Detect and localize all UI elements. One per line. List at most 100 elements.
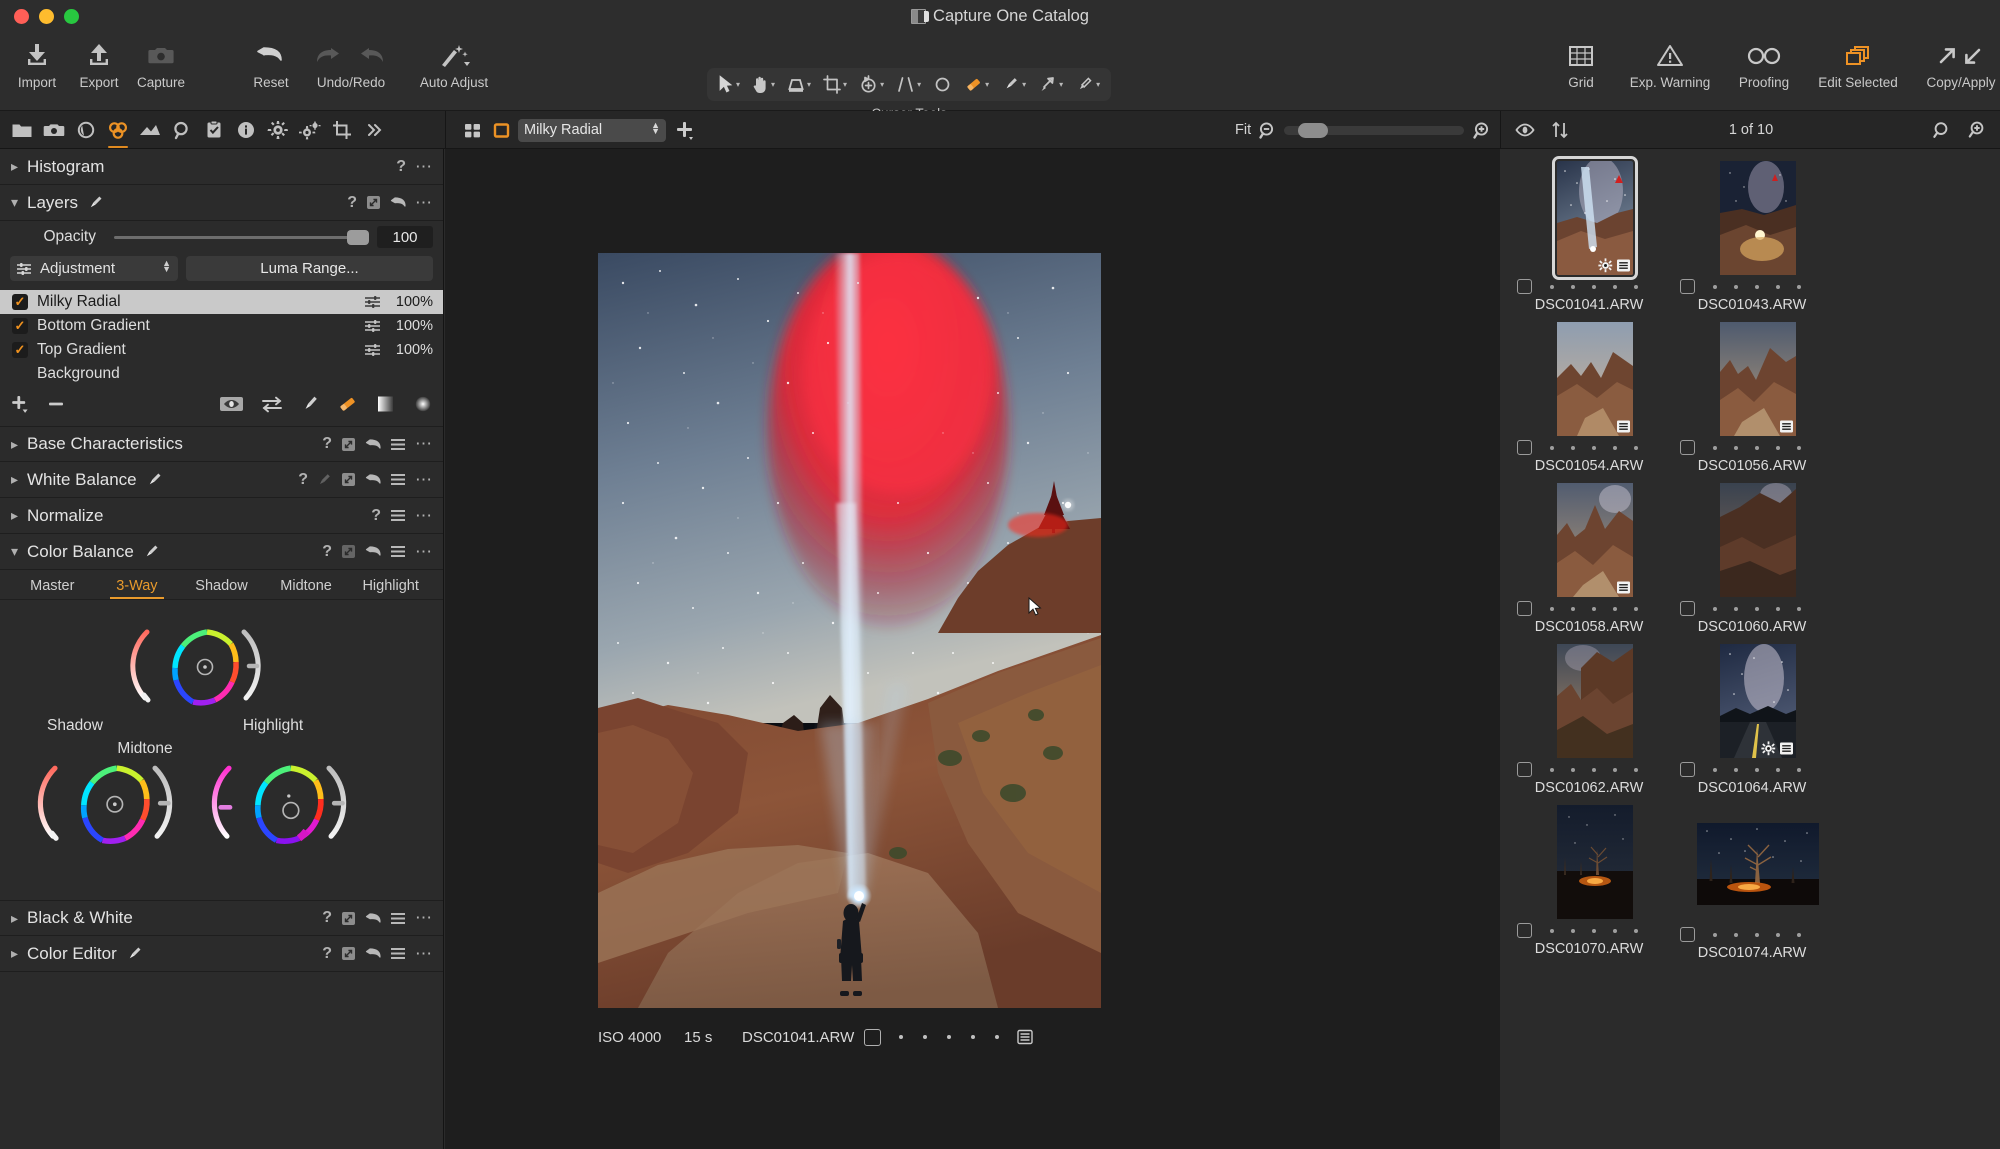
thumbnail-cell[interactable]: DSC01064.ARW [1676, 642, 1839, 796]
capture-button[interactable]: Capture [130, 35, 192, 90]
reset-icon[interactable] [365, 472, 381, 487]
highlight-wheel[interactable] [196, 745, 361, 880]
menu-dots-icon[interactable]: ⋯ [415, 507, 433, 524]
chevron-right-icon[interactable]: ▸ [11, 945, 27, 962]
tool-tab-batch[interactable] [294, 111, 326, 149]
thumbnail-checkbox[interactable] [1517, 601, 1532, 616]
reset-icon[interactable] [365, 946, 381, 961]
layer-item-top-gradient[interactable]: ✓ Top Gradient 100% [0, 338, 443, 362]
help-icon[interactable]: ? [371, 507, 381, 525]
zoom-in-icon[interactable] [1471, 121, 1490, 140]
thumbnail-image[interactable] [1719, 483, 1796, 597]
heal-brush-tool[interactable]: ▾ [1069, 71, 1106, 98]
more-tool-tabs[interactable] [358, 111, 390, 149]
cb-tab-midtone[interactable]: Midtone [264, 578, 349, 599]
zoom-out-icon[interactable] [1258, 121, 1277, 140]
thumbnail-image[interactable] [1696, 823, 1819, 905]
thumbnail-cell[interactable]: DSC01041.ARW [1513, 156, 1676, 313]
thumbnail-checkbox[interactable] [1517, 923, 1532, 938]
thumbnail-checkbox[interactable] [1517, 440, 1532, 455]
opacity-slider-knob[interactable] [347, 229, 369, 245]
menu-dots-icon[interactable]: ⋯ [415, 909, 433, 926]
linear-gradient-button[interactable] [376, 395, 396, 413]
help-icon[interactable]: ? [322, 435, 332, 453]
crop-tool[interactable]: ▾ [817, 71, 853, 98]
grid-view-button[interactable] [460, 118, 484, 142]
help-icon[interactable]: ? [322, 945, 332, 963]
main-photo[interactable] [598, 253, 1101, 1008]
tool-tab-metadata[interactable] [230, 111, 262, 149]
exp-warning-button[interactable]: Exp. Warning [1617, 35, 1723, 90]
chevron-right-icon[interactable]: ▸ [11, 507, 27, 524]
thumbnail-checkbox[interactable] [1680, 279, 1695, 294]
tool-section-base-characteristics[interactable]: ▸ Base Characteristics ? ⋯ [0, 426, 443, 462]
thumbnail-cell[interactable]: DSC01043.ARW [1676, 159, 1839, 313]
expand-icon[interactable] [341, 911, 356, 926]
thumbnail-rating[interactable] [1550, 606, 1638, 611]
thumbnail-image[interactable] [1556, 805, 1633, 919]
cb-tab-master[interactable]: Master [10, 578, 95, 599]
pointer-tool[interactable]: ▾ [712, 71, 746, 98]
chevron-down-icon[interactable]: ▾ [11, 543, 27, 560]
tool-tab-lens[interactable] [70, 111, 102, 149]
undo-redo-button[interactable]: Undo/Redo [302, 35, 400, 90]
reset-button[interactable]: Reset [240, 35, 302, 90]
erase-mask-button[interactable] [337, 394, 359, 414]
straighten-tool[interactable]: ▾ [890, 71, 927, 98]
presets-menu-icon[interactable] [390, 545, 406, 558]
cb-tab-highlight[interactable]: Highlight [348, 578, 433, 599]
spot-removal-tool[interactable] [927, 71, 958, 98]
presets-menu-icon[interactable] [390, 509, 406, 522]
export-button[interactable]: Export [68, 35, 130, 90]
luma-range-button[interactable]: Luma Range... [186, 256, 433, 281]
tool-tab-library[interactable] [6, 111, 38, 149]
thumbnail-image[interactable] [1719, 161, 1796, 275]
layer-item-milky-radial[interactable]: ✓ Milky Radial 100% [0, 290, 443, 314]
rotate-tool[interactable]: ▾ [853, 71, 890, 98]
tool-section-color-balance[interactable]: ▾ Color Balance ? ⋯ [0, 534, 443, 570]
reset-icon[interactable] [365, 544, 381, 559]
cb-tab-shadow[interactable]: Shadow [179, 578, 264, 599]
chevron-right-icon[interactable]: ▸ [11, 910, 27, 927]
menu-dots-icon[interactable]: ⋯ [415, 435, 433, 452]
shadow-wheel[interactable] [22, 745, 187, 880]
help-icon[interactable]: ? [322, 909, 332, 927]
menu-dots-icon[interactable]: ⋯ [415, 158, 433, 175]
layer-checkbox[interactable]: ✓ [12, 342, 28, 358]
presets-menu-icon[interactable] [390, 438, 406, 451]
layer-adjustments-icon[interactable] [364, 344, 381, 356]
thumbnail-rating[interactable] [1713, 606, 1801, 611]
presets-menu-icon[interactable] [390, 473, 406, 486]
thumbnail-checkbox[interactable] [1680, 440, 1695, 455]
presets-menu-icon[interactable] [390, 912, 406, 925]
grid-button[interactable]: Grid [1545, 35, 1617, 90]
expand-icon[interactable] [341, 946, 356, 961]
thumbnail-cell[interactable]: DSC01060.ARW [1676, 481, 1839, 635]
thumbnail-image[interactable] [1556, 483, 1633, 597]
layer-checkbox[interactable]: ✓ [12, 294, 28, 310]
thumbnail-cell[interactable]: DSC01074.ARW [1676, 803, 1839, 961]
tool-tab-adjustments[interactable] [198, 111, 230, 149]
pan-hand-tool[interactable]: ▾ [746, 71, 781, 98]
thumbnail-cell[interactable]: DSC01070.ARW [1513, 803, 1676, 961]
thumbnail-checkbox[interactable] [1517, 762, 1532, 777]
draw-mask-button[interactable] [300, 394, 320, 414]
help-icon[interactable]: ? [322, 543, 332, 561]
tool-section-white-balance[interactable]: ▸ White Balance ? ⋯ [0, 462, 443, 498]
auto-adjust-button[interactable]: Auto Adjust [400, 35, 508, 90]
layer-checkbox[interactable]: ✓ [12, 318, 28, 334]
opacity-value[interactable]: 100 [377, 226, 433, 248]
thumbnail-image[interactable] [1556, 644, 1633, 758]
thumbnail-cell[interactable]: DSC01062.ARW [1513, 642, 1676, 796]
brush-icon[interactable] [146, 471, 163, 488]
thumbnail-image[interactable] [1556, 322, 1633, 436]
eye-icon[interactable] [1514, 120, 1536, 140]
expand-icon[interactable] [341, 437, 356, 452]
menu-dots-icon[interactable]: ⋯ [415, 471, 433, 488]
single-view-button[interactable] [489, 118, 513, 142]
thumbnail-rating[interactable] [1713, 445, 1801, 450]
add-layer-button[interactable] [10, 394, 32, 414]
search-icon[interactable] [1932, 120, 1952, 140]
reset-icon[interactable] [365, 437, 381, 452]
tool-tab-output[interactable] [262, 111, 294, 149]
